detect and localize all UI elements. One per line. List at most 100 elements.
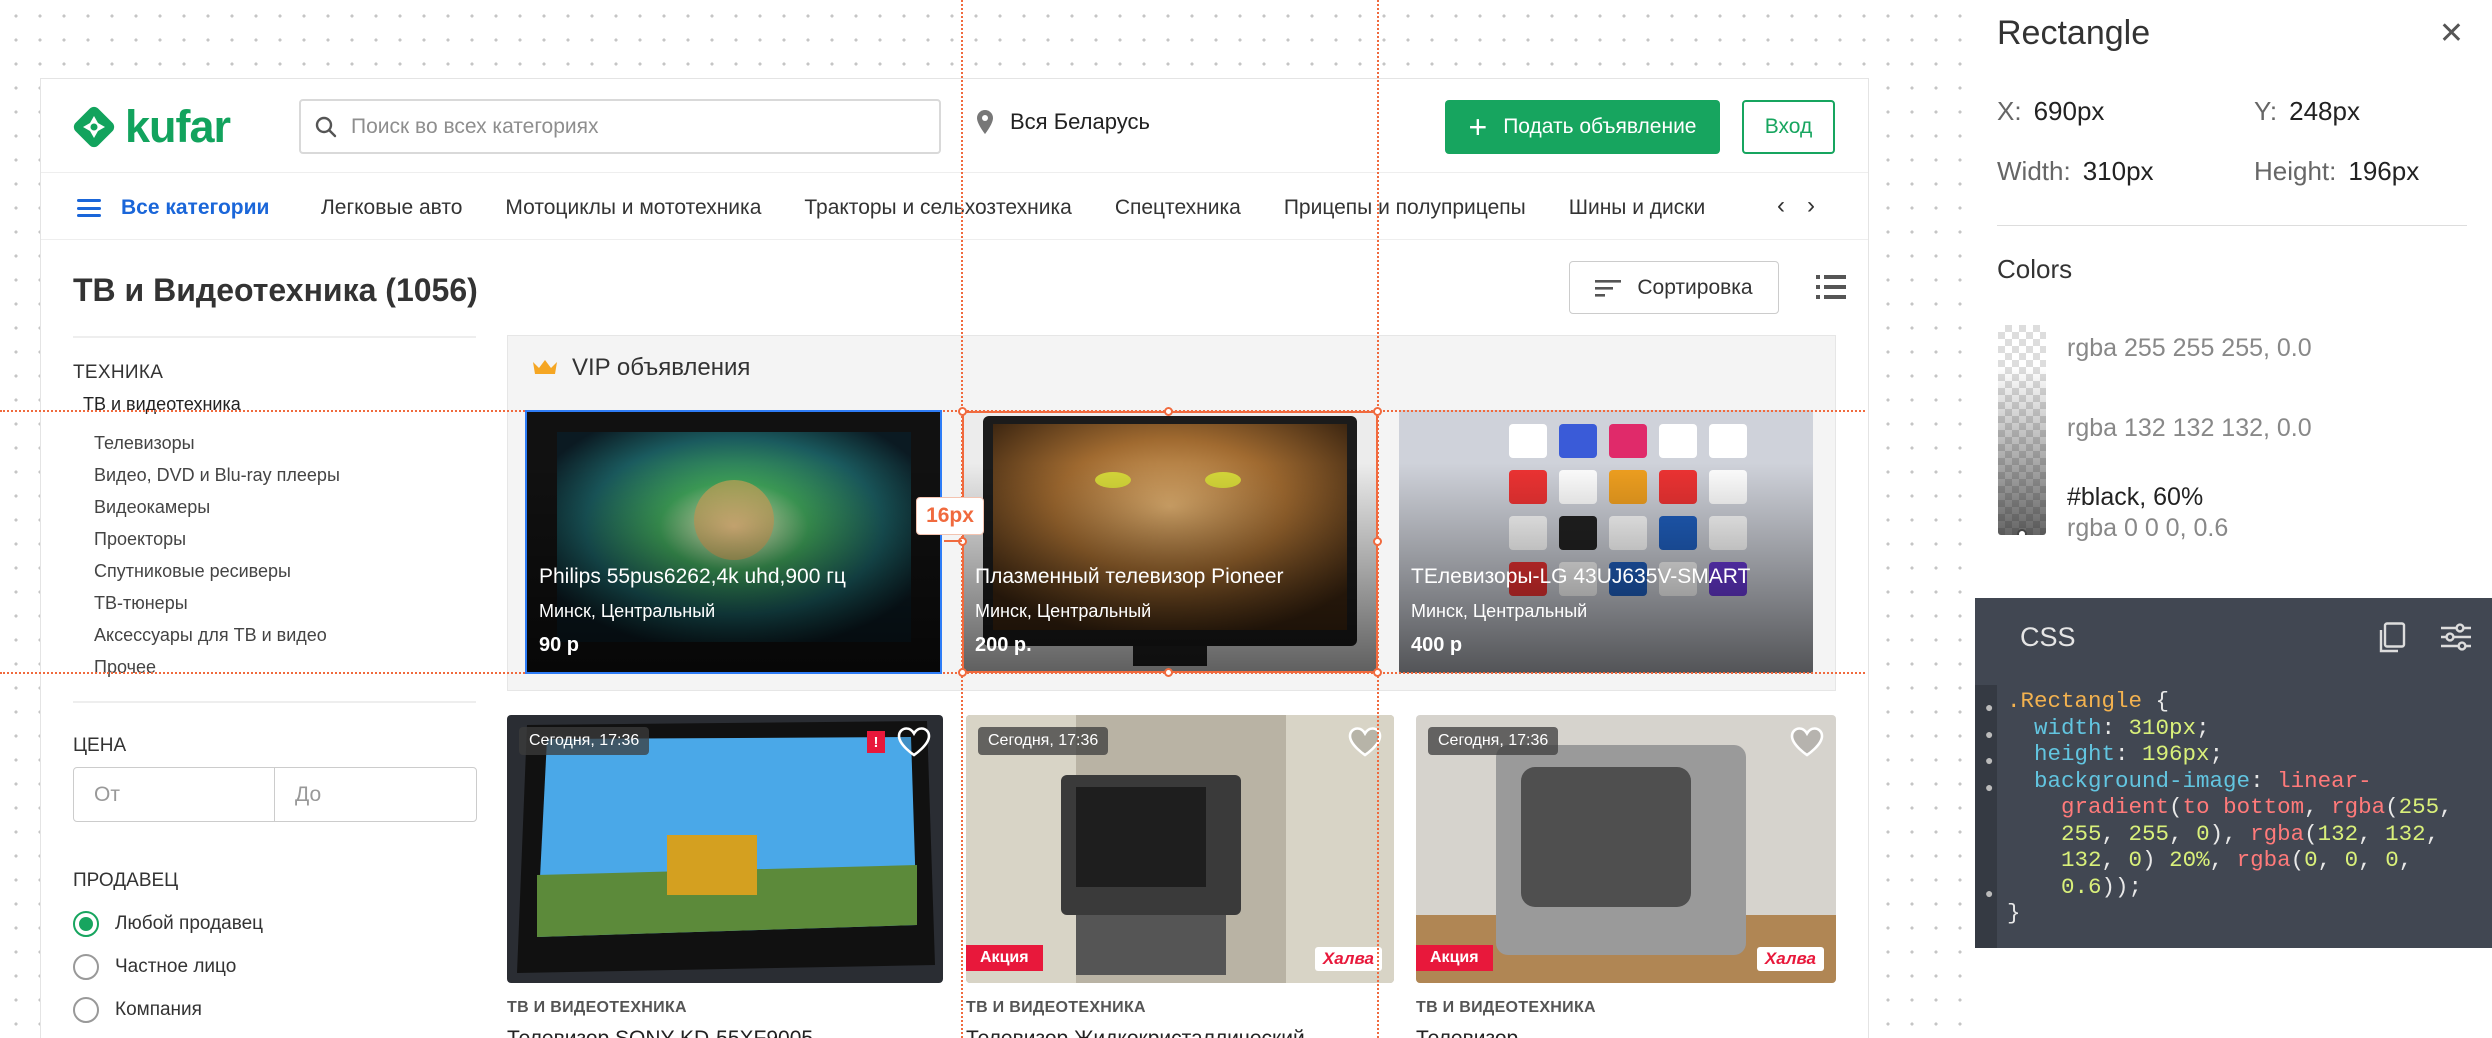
listing-title[interactable]: Телевизор SONY KD-55XF9005 [507, 1027, 943, 1038]
vip-card[interactable]: Плазменный телевизор Pioneer Минск, Цент… [963, 410, 1377, 673]
category-link[interactable]: Шины и диски [1569, 196, 1705, 219]
seller-radio-private[interactable]: Частное лицо [73, 945, 263, 988]
vip-title: VIP объявления [532, 354, 750, 382]
listing-card[interactable]: Сегодня, 17:36 Акция Халва ТВ И ВИДЕОТЕХ… [1416, 715, 1836, 1038]
vip-card-price: 90 р [539, 634, 580, 656]
sidebar-section-title[interactable]: ТЕХНИКА [73, 362, 476, 384]
width-label: Width: [1997, 156, 2071, 186]
all-categories-label: Все категории [121, 196, 270, 219]
width-value[interactable]: 310px [2083, 156, 2154, 186]
sort-button[interactable]: Сортировка [1569, 261, 1779, 314]
kufar-logo-icon [73, 106, 115, 148]
inspector-panel: Rectangle ✕ X: 690px Y: 248px Width: 310px … [1975, 0, 2492, 1038]
vip-card[interactable]: Philips 55pus6262,4k uhd,900 гц Минск, Ц… [527, 410, 941, 673]
search-input[interactable] [351, 114, 911, 139]
tv-photo-icon [507, 715, 943, 983]
category-link[interactable]: Прицепы и полуприцепы [1284, 196, 1526, 219]
vip-card[interactable]: ТЕлевизоры-LG 43UJ635V-SMART Минск, Цент… [1399, 410, 1813, 673]
promo-badge: Акция [1416, 945, 1493, 971]
heart-icon[interactable] [1348, 727, 1382, 757]
vip-card-title: Philips 55pus6262,4k uhd,900 гц [539, 565, 846, 588]
sidebar-item-satellite[interactable]: Спутниковые ресиверы [94, 555, 476, 587]
sidebar-item-tuners[interactable]: ТВ-тюнеры [94, 587, 476, 619]
site-header: kufar Вся Беларусь + Подать объявление В… [41, 79, 1868, 173]
sidebar-item-dvd[interactable]: Видео, DVD и Blu-ray плееры [94, 459, 476, 491]
vip-card-title: Плазменный телевизор Pioneer [975, 565, 1284, 588]
vip-title-label: VIP объявления [572, 354, 751, 381]
divider [1997, 225, 2467, 226]
listing-card[interactable]: Сегодня, 17:36 Акция Халва ТВ И ВИДЕОТЕХ… [966, 715, 1394, 1038]
y-label: Y: [2254, 96, 2278, 126]
divider [73, 701, 476, 703]
ad-badge: ! [867, 731, 885, 753]
location-selector[interactable]: Вся Беларусь [976, 109, 1150, 135]
price-from-input[interactable] [74, 768, 275, 821]
kufar-logo[interactable]: kufar [71, 101, 231, 153]
color-name[interactable]: #black, 60% [2067, 483, 2203, 512]
gradient-swatch[interactable] [1998, 325, 2046, 535]
category-link[interactable]: Легковые авто [321, 196, 462, 219]
seller-radio-company[interactable]: Компания [73, 988, 263, 1031]
all-categories-button[interactable]: Все категории [77, 196, 269, 220]
category-link[interactable]: Тракторы и сельхозтехника [804, 196, 1071, 219]
listing-category: ТВ И ВИДЕОТЕХНИКА [966, 999, 1146, 1016]
sidebar-item-accessories[interactable]: Аксессуары для ТВ и видео [94, 619, 476, 651]
heart-icon[interactable] [897, 727, 931, 757]
search-box[interactable] [299, 99, 941, 154]
x-value[interactable]: 690px [2034, 96, 2105, 126]
vip-card-title: ТЕлевизоры-LG 43UJ635V-SMART [1411, 565, 1751, 588]
category-link[interactable]: Мотоциклы и мототехника [505, 196, 761, 219]
price-to-input[interactable] [275, 768, 476, 821]
radio-selected-icon [73, 910, 99, 937]
listing-card[interactable]: Сегодня, 17:36 ! ТВ И ВИДЕОТЕХНИКА Телев… [507, 715, 943, 1038]
sidebar-current-category[interactable]: ТВ и видеотехника [83, 394, 476, 415]
x-label: X: [1997, 96, 2022, 126]
sort-icon [1595, 279, 1622, 297]
vip-card-price: 400 р [1411, 634, 1463, 656]
sidebar-item-cameras[interactable]: Видеокамеры [94, 491, 476, 523]
color-value[interactable]: rgba 255 255 255, 0.0 [2067, 334, 2312, 363]
sidebar: ТЕХНИКА ТВ и видеотехника Телевизоры Вид… [73, 336, 476, 727]
seller-options: Любой продавец Частное лицо Компания [73, 902, 263, 1031]
height-value[interactable]: 196px [2348, 156, 2419, 186]
listing-title[interactable]: Телевизор [1416, 1027, 1836, 1038]
heart-icon[interactable] [1790, 727, 1824, 757]
color-value[interactable]: rgba 0 0 0, 0.6 [2067, 514, 2228, 543]
radio-icon [73, 953, 99, 980]
distance-label: 16px [916, 497, 984, 535]
listing-category: ТВ И ВИДЕОТЕХНИКА [507, 999, 687, 1016]
vip-card-location: Минск, Центральный [539, 601, 716, 621]
color-value[interactable]: rgba 132 132 132, 0.0 [2067, 414, 2312, 443]
vip-section: VIP объявления Philips 55pus6262,4k uhd,… [507, 335, 1836, 691]
gradient-stop-icon[interactable] [2017, 529, 2027, 535]
post-ad-button[interactable]: + Подать объявление [1445, 100, 1720, 154]
y-value[interactable]: 248px [2289, 96, 2360, 126]
css-code[interactable]: .Rectangle { width: 310px; height: 196px… [2007, 688, 2453, 927]
listing-title[interactable]: Телевизор Жидкокристаллический [966, 1027, 1394, 1038]
inspector-title: Rectangle [1997, 14, 2151, 52]
css-panel: CSS ● ● ● ● ● .Rectangle { width: 310px;… [1975, 598, 2492, 948]
close-icon[interactable]: ✕ [2439, 16, 2464, 51]
promo-badge: Акция [966, 945, 1043, 971]
copy-icon[interactable] [2378, 622, 2406, 654]
listing-time: Сегодня, 17:36 [1428, 727, 1559, 755]
location-pin-icon [977, 110, 993, 134]
sidebar-item-tv[interactable]: Телевизоры [94, 427, 476, 459]
settings-sliders-icon[interactable] [2440, 622, 2472, 652]
chevron-right-icon[interactable]: › [1807, 192, 1815, 219]
list-view-icon[interactable] [1816, 273, 1846, 301]
logo-text: kufar [125, 101, 231, 152]
design-canvas: kufar Вся Беларусь + Подать объявление В… [0, 0, 1975, 1038]
sidebar-item-projectors[interactable]: Проекторы [94, 523, 476, 555]
login-button[interactable]: Вход [1742, 100, 1835, 154]
radio-icon [73, 996, 99, 1023]
crown-icon [533, 360, 557, 374]
chevron-left-icon[interactable]: ‹ [1777, 192, 1785, 219]
vip-card-location: Минск, Центральный [975, 601, 1152, 621]
category-scroll: ‹ › [1777, 192, 1837, 220]
seller-radio-any[interactable]: Любой продавец [73, 902, 263, 945]
search-icon [315, 116, 337, 137]
category-link[interactable]: Спецтехника [1115, 196, 1241, 219]
sidebar-item-other[interactable]: Прочее [94, 651, 476, 683]
radio-label: Частное лицо [115, 955, 237, 977]
